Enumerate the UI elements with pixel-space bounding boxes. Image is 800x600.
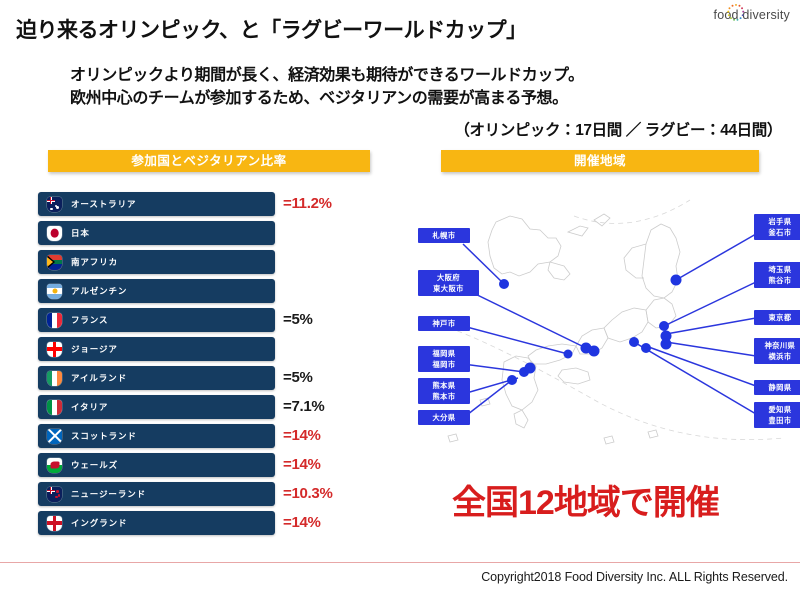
country-row: アルゼンチン — [38, 279, 275, 303]
map-label-line-2: 熊谷市 — [768, 276, 792, 286]
flag-ireland-icon — [47, 370, 62, 386]
vegetarian-ratio-value: =14% — [283, 456, 321, 473]
country-row: ジョージア — [38, 337, 275, 361]
country-name: フランス — [71, 315, 109, 325]
country-name: アイルランド — [71, 373, 127, 383]
headline-12-regions: 全国12地域で開催 — [452, 484, 720, 522]
vegetarian-ratio-value: =10.3% — [283, 485, 333, 502]
map-label-line-1: 熊本県 — [432, 381, 456, 390]
country-name: 日本 — [71, 228, 90, 238]
vegetarian-ratio-value: =5% — [283, 311, 313, 328]
map-label-right-2: 東京都 — [754, 310, 800, 326]
country-name: イタリア — [71, 402, 109, 412]
vegetarian-ratio-value — [283, 221, 383, 250]
vegetarian-ratio-value — [283, 337, 383, 366]
slide-root: food diversity 迫り来るオリンピック、と「ラグビーワールドカップ」… — [0, 0, 800, 600]
map-label-line-2: 釜石市 — [768, 228, 792, 238]
vegetarian-ratio-value — [283, 279, 383, 308]
map-label-line-2: 福岡市 — [432, 360, 456, 370]
country-row: ウェールズ — [38, 453, 275, 477]
country-row: オーストラリア — [38, 192, 275, 216]
vegetarian-ratio-value: =14% — [283, 514, 321, 531]
map-label-right-1: 埼玉県 熊谷市 — [754, 262, 800, 289]
dotted-circle-icon — [727, 3, 745, 21]
flag-japan-icon — [47, 225, 62, 241]
country-row: アイルランド — [38, 366, 275, 390]
country-name: ニュージーランド — [71, 489, 147, 499]
flag-italy-icon — [47, 399, 62, 415]
japan-map: 札幌市大阪府東大阪市神戸市福岡県福岡市熊本県熊本市大分県 岩手県釜石市埼玉県熊谷市… — [418, 186, 800, 456]
map-label-line-2: 東大阪市 — [433, 284, 464, 294]
map-label-right-5: 愛知県 豊田市 — [754, 402, 800, 429]
map-label-line-2: 熊本市 — [432, 392, 456, 402]
country-name: イングランド — [71, 518, 128, 528]
map-label-left-5: 大分県 — [418, 410, 470, 426]
flag-australia-icon — [47, 196, 62, 212]
country-list: オーストラリア 日本南アフリカアルゼンチン フランスジョージアアイルランド イタリアス… — [38, 192, 275, 540]
map-label-left-3: 福岡県 福岡市 — [418, 346, 470, 373]
duration-note: （オリンピック：17日間 ／ ラグビー：44日間） — [454, 122, 782, 139]
flag-georgia-icon — [47, 341, 62, 357]
map-label-line-2: 横浜市 — [768, 352, 792, 362]
country-row: フランス — [38, 308, 275, 332]
map-label-right-0: 岩手県 釜石市 — [754, 214, 800, 241]
country-name: アルゼンチン — [71, 286, 128, 296]
country-row: ニュージーランド — [38, 482, 275, 506]
map-label-right-3: 神奈川県 横浜市 — [754, 338, 800, 365]
vegetarian-ratio-column: =11.2% =5% =5% =7.1% =14% =14% =10.3% =14% — [283, 192, 383, 540]
country-name: スコットランド — [71, 431, 137, 441]
page-title: 迫り来るオリンピック、と「ラグビーワールドカップ」 — [16, 19, 527, 42]
map-label-line-1: 静岡県 — [768, 383, 792, 392]
flag-argentina-icon — [47, 283, 62, 299]
copyright-text: Copyright2018 Food Diversity Inc. ALL Ri… — [481, 570, 788, 584]
subtitle: オリンピックより期間が長く、経済効果も期待ができるワールドカップ。 欧州中心のチ… — [70, 64, 782, 110]
country-name: 南アフリカ — [71, 257, 119, 267]
flag-wales-icon — [47, 457, 62, 473]
map-label-right-4: 静岡県 — [754, 380, 800, 396]
vegetarian-ratio-value: =14% — [283, 427, 321, 444]
map-label-line-2: 豊田市 — [768, 416, 792, 426]
country-row: スコットランド — [38, 424, 275, 448]
map-label-left-0: 札幌市 — [418, 228, 470, 244]
country-row: 南アフリカ — [38, 250, 275, 274]
map-label-line-1: 大分県 — [432, 413, 456, 422]
map-label-line-1: 札幌市 — [432, 231, 456, 240]
map-label-line-1: 福岡県 — [432, 349, 456, 358]
brand-logo: food diversity — [714, 3, 790, 22]
map-label-line-1: 神奈川県 — [764, 341, 796, 350]
country-row: イタリア — [38, 395, 275, 419]
map-label-line-1: 神戸市 — [432, 319, 456, 328]
map-label-line-1: 東京都 — [768, 313, 792, 322]
flag-england-icon — [47, 515, 62, 531]
country-name: ジョージア — [71, 344, 118, 354]
flag-france-icon — [47, 312, 62, 328]
vegetarian-ratio-value — [283, 250, 383, 279]
footer-divider — [0, 562, 800, 563]
flag-new-zealand-icon — [47, 486, 62, 502]
subtitle-line-2: 欧州中心のチームが参加するため、ベジタリアンの需要が高まる予想。 — [70, 90, 568, 108]
country-row: 日本 — [38, 221, 275, 245]
section-banner-regions: 開催地域 — [441, 150, 759, 172]
japan-map-svg — [431, 199, 785, 445]
subtitle-line-1: オリンピックより期間が長く、経済効果も期待ができるワールドカップ。 — [70, 67, 584, 84]
map-label-line-1: 岩手県 — [768, 217, 792, 226]
map-label-line-1: 埼玉県 — [768, 265, 792, 274]
country-name: ウェールズ — [71, 460, 119, 470]
map-label-line-1: 愛知県 — [768, 405, 792, 414]
map-label-line-1: 大阪府 — [436, 273, 461, 282]
flag-south-africa-icon — [47, 254, 62, 270]
map-label-left-4: 熊本県 熊本市 — [418, 378, 470, 405]
flag-scotland-icon — [47, 428, 62, 444]
map-label-left-1: 大阪府 東大阪市 — [418, 270, 479, 297]
country-row: イングランド — [38, 511, 275, 535]
map-label-left-2: 神戸市 — [418, 316, 470, 332]
vegetarian-ratio-value: =5% — [283, 369, 313, 386]
country-name: オーストラリア — [71, 199, 137, 209]
section-banner-countries: 参加国とベジタリアン比率 — [48, 150, 370, 172]
vegetarian-ratio-value: =11.2% — [283, 195, 332, 212]
vegetarian-ratio-value: =7.1% — [283, 398, 325, 415]
